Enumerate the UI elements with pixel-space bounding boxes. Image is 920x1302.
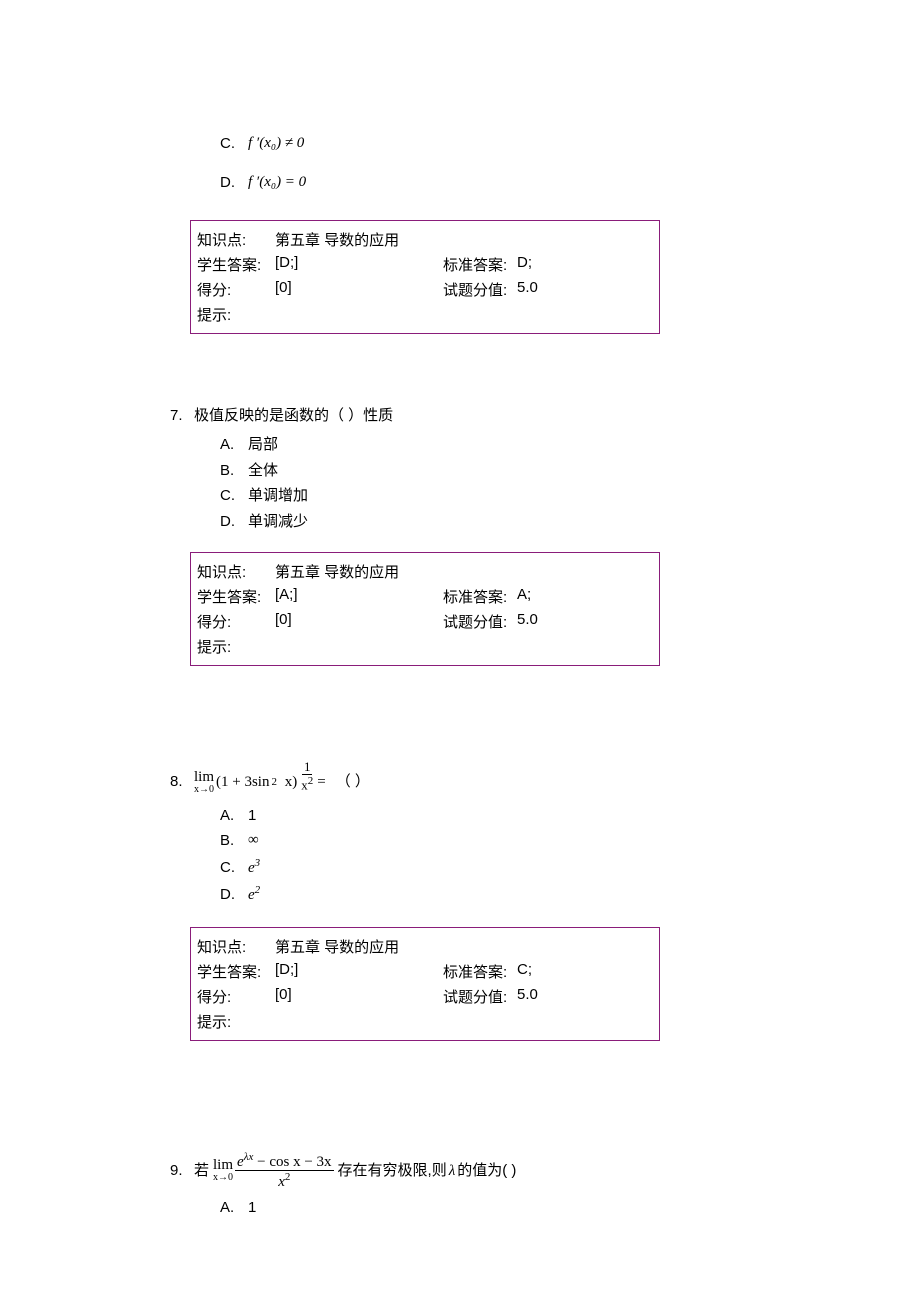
score-label: 得分: — [197, 611, 275, 632]
option-letter: D. — [220, 163, 248, 202]
option-letter: D. — [220, 882, 248, 908]
score-label: 得分: — [197, 986, 275, 1007]
q8-option-b: B. ∞ — [220, 828, 750, 854]
student-answer-value: [D;] — [275, 254, 443, 275]
option-text: e2 — [248, 881, 260, 909]
q7-options: A. 局部 B. 全体 C. 单调增加 D. 单调减少 — [220, 432, 750, 534]
q7-option-b: B. 全体 — [220, 458, 750, 484]
option-text: 全体 — [248, 458, 278, 484]
question-number: 7. — [170, 404, 194, 428]
exam-page: C. f ′(x₀) ≠ 0 D. f ′(x₀) = 0 知识点: 第五章 导… — [0, 0, 920, 1302]
standard-answer-value: C; — [517, 961, 532, 982]
limit-operator: lim x→0 — [194, 770, 214, 795]
exponent-fraction: 1 x2 — [299, 760, 315, 793]
option-letter: C. — [220, 483, 248, 509]
blank-paren: （ ） — [336, 770, 370, 794]
option-text: 局部 — [248, 432, 278, 458]
q8-options: A. 1 B. ∞ C. e3 D. e2 — [220, 803, 750, 909]
q8-stem-row: 8. lim x→0 (1 + 3sin2 x) 1 x2 = （ ） — [170, 766, 750, 799]
score-value: [0] — [275, 279, 443, 300]
student-answer-label: 学生答案: — [197, 961, 275, 982]
q8-option-a: A. 1 — [220, 803, 750, 829]
standard-answer-value: D; — [517, 254, 532, 275]
q8-math: lim x→0 (1 + 3sin2 x) 1 x2 = — [194, 766, 326, 799]
standard-answer-label: 标准答案: — [443, 586, 517, 607]
student-answer-label: 学生答案: — [197, 586, 275, 607]
kp-label: 知识点: — [197, 936, 275, 957]
student-answer-label: 学生答案: — [197, 254, 275, 275]
option-text: e3 — [248, 854, 260, 882]
q9-options: A. 1 — [220, 1195, 750, 1221]
limit-operator: lim x→0 — [213, 1158, 233, 1183]
q7-answer-box: 知识点: 第五章 导数的应用 学生答案: [A;] 标准答案: A; 得分: [… — [190, 552, 660, 666]
points-label: 试题分值: — [443, 611, 517, 632]
standard-answer-label: 标准答案: — [443, 961, 517, 982]
q6-option-c: C. f ′(x₀) ≠ 0 — [220, 124, 750, 163]
option-letter: B. — [220, 458, 248, 484]
question-stem: 极值反映的是函数的（ ）性质 — [194, 404, 393, 428]
option-letter: B. — [220, 828, 248, 854]
q9-tail-b: 的值为( ) — [457, 1159, 516, 1183]
score-label: 得分: — [197, 279, 275, 300]
points-label: 试题分值: — [443, 986, 517, 1007]
hint-label: 提示: — [197, 304, 275, 325]
main-fraction: eλx − cos x − 3x x2 — [235, 1151, 334, 1191]
q8-option-d: D. e2 — [220, 881, 750, 909]
student-answer-value: [D;] — [275, 961, 443, 982]
points-value: 5.0 — [517, 611, 538, 632]
points-value: 5.0 — [517, 986, 538, 1007]
q7-option-d: D. 单调减少 — [220, 509, 750, 535]
q9-math: lim x→0 eλx − cos x − 3x x2 — [213, 1151, 334, 1191]
option-letter: A. — [220, 1195, 248, 1221]
kp-value: 第五章 导数的应用 — [275, 561, 443, 582]
points-label: 试题分值: — [443, 279, 517, 300]
q6-option-d: D. f ′(x₀) = 0 — [220, 163, 750, 202]
option-letter: C. — [220, 855, 248, 881]
option-text: ∞ — [248, 828, 259, 854]
q7-option-c: C. 单调增加 — [220, 483, 750, 509]
option-text: 单调增加 — [248, 483, 308, 509]
hint-label: 提示: — [197, 1011, 275, 1032]
option-text: 1 — [248, 1195, 256, 1221]
q8-option-c: C. e3 — [220, 854, 750, 882]
q9-stem-row: 9. 若 lim x→0 eλx − cos x − 3x x2 存在有穷极限,… — [170, 1151, 750, 1191]
student-answer-value: [A;] — [275, 586, 443, 607]
option-text: f ′(x₀) = 0 — [248, 163, 306, 202]
kp-value: 第五章 导数的应用 — [275, 936, 443, 957]
question-number: 9. — [170, 1159, 194, 1183]
q8-answer-box: 知识点: 第五章 导数的应用 学生答案: [D;] 标准答案: C; 得分: [… — [190, 927, 660, 1041]
question-number: 8. — [170, 770, 194, 794]
standard-answer-value: A; — [517, 586, 531, 607]
option-letter: A. — [220, 432, 248, 458]
score-value: [0] — [275, 986, 443, 1007]
kp-value: 第五章 导数的应用 — [275, 229, 443, 250]
option-text: 1 — [248, 803, 256, 829]
option-letter: D. — [220, 509, 248, 535]
hint-label: 提示: — [197, 636, 275, 657]
q9-option-a: A. 1 — [220, 1195, 750, 1221]
score-value: [0] — [275, 611, 443, 632]
q7-stem-row: 7. 极值反映的是函数的（ ）性质 — [170, 404, 750, 428]
kp-label: 知识点: — [197, 229, 275, 250]
q6-answer-box: 知识点: 第五章 导数的应用 学生答案: [D;] 标准答案: D; 得分: [… — [190, 220, 660, 334]
standard-answer-label: 标准答案: — [443, 254, 517, 275]
points-value: 5.0 — [517, 279, 538, 300]
option-text: 单调减少 — [248, 509, 308, 535]
q9-prefix: 若 — [194, 1159, 209, 1183]
option-text: f ′(x₀) ≠ 0 — [248, 124, 304, 163]
option-letter: A. — [220, 803, 248, 829]
q6-options: C. f ′(x₀) ≠ 0 D. f ′(x₀) = 0 — [220, 124, 750, 202]
lambda: λ — [449, 1159, 456, 1183]
q7-option-a: A. 局部 — [220, 432, 750, 458]
kp-label: 知识点: — [197, 561, 275, 582]
option-letter: C. — [220, 124, 248, 163]
q9-tail-a: 存在有穷极限,则 — [338, 1159, 447, 1183]
